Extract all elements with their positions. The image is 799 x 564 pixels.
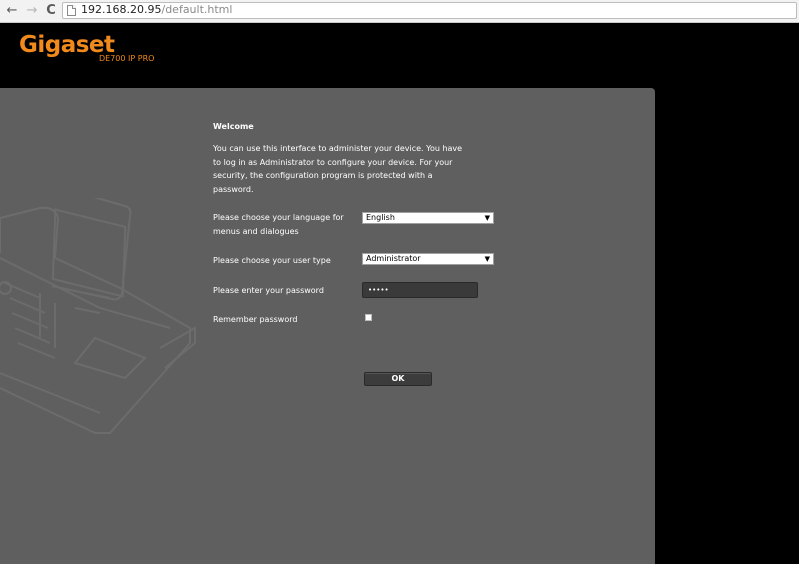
back-arrow-icon[interactable]: ←: [4, 3, 20, 19]
ok-button[interactable]: OK: [364, 372, 432, 386]
user-type-value: Administrator: [366, 254, 421, 263]
welcome-title: Welcome: [213, 122, 254, 131]
chevron-down-icon: ▼: [484, 255, 490, 263]
chevron-down-icon: ▼: [484, 214, 490, 222]
remember-password-label: Remember password: [213, 315, 298, 324]
language-value: English: [366, 213, 395, 222]
password-label: Please enter your password: [213, 286, 324, 295]
forward-arrow-icon[interactable]: →: [24, 3, 40, 19]
browser-toolbar: ← → C 192.168.20.95/default.html: [0, 0, 799, 23]
user-type-select[interactable]: Administrator ▼: [362, 253, 494, 265]
address-bar[interactable]: 192.168.20.95/default.html: [62, 2, 797, 19]
phone-illustration: [0, 198, 196, 434]
language-label: Please choose your language for menus an…: [213, 213, 344, 236]
url-text[interactable]: 192.168.20.95/default.html: [81, 3, 232, 18]
welcome-text: You can use this interface to administer…: [213, 144, 463, 194]
remember-password-checkbox[interactable]: [365, 314, 372, 321]
user-type-label: Please choose your user type: [213, 256, 331, 265]
device-model: DE700 IP PRO: [99, 54, 155, 63]
page-icon: [67, 5, 76, 16]
url-path: /default.html: [161, 3, 233, 16]
url-host: 192.168.20.95: [81, 3, 162, 16]
login-panel: Welcome You can use this interface to ad…: [0, 88, 655, 564]
language-select[interactable]: English ▼: [362, 212, 494, 224]
password-input[interactable]: •••••: [362, 282, 478, 298]
reload-icon[interactable]: C: [43, 3, 59, 19]
